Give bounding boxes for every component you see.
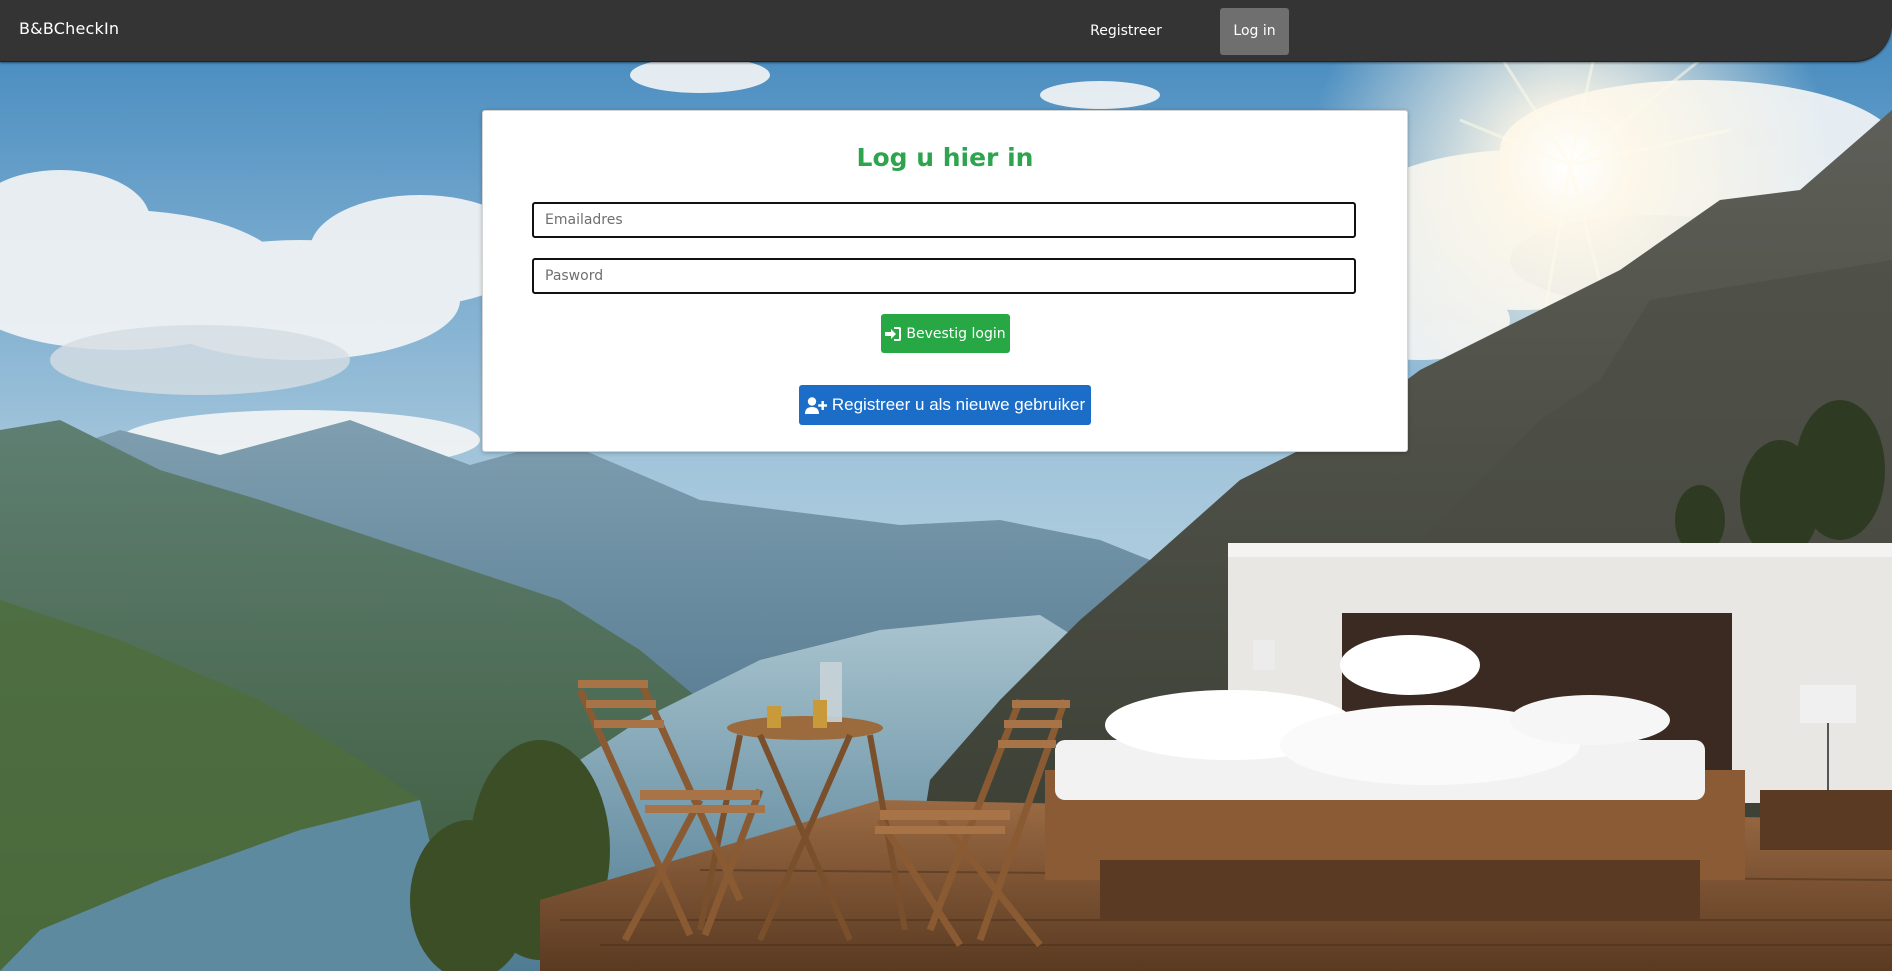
- login-title: Log u hier in: [856, 143, 1034, 172]
- confirm-login-label: Bevestig login: [906, 325, 1006, 342]
- register-new-user-button[interactable]: Registreer u als nieuwe gebruiker: [799, 385, 1091, 425]
- sign-in-icon: [885, 326, 902, 341]
- confirm-login-button[interactable]: Bevestig login: [881, 314, 1010, 353]
- brand-logo[interactable]: B&BCheckIn: [19, 19, 119, 38]
- nav-login-link[interactable]: Log in: [1220, 8, 1289, 55]
- navbar: B&BCheckIn Registreer Log in: [0, 0, 1892, 62]
- password-input[interactable]: [532, 258, 1356, 294]
- register-new-user-label: Registreer u als nieuwe gebruiker: [831, 395, 1086, 414]
- email-input[interactable]: [532, 202, 1356, 238]
- login-card: Log u hier in Bevestig login Registreer …: [482, 110, 1408, 452]
- user-plus-icon: [804, 396, 827, 414]
- nav-register-link[interactable]: Registreer: [1078, 8, 1174, 55]
